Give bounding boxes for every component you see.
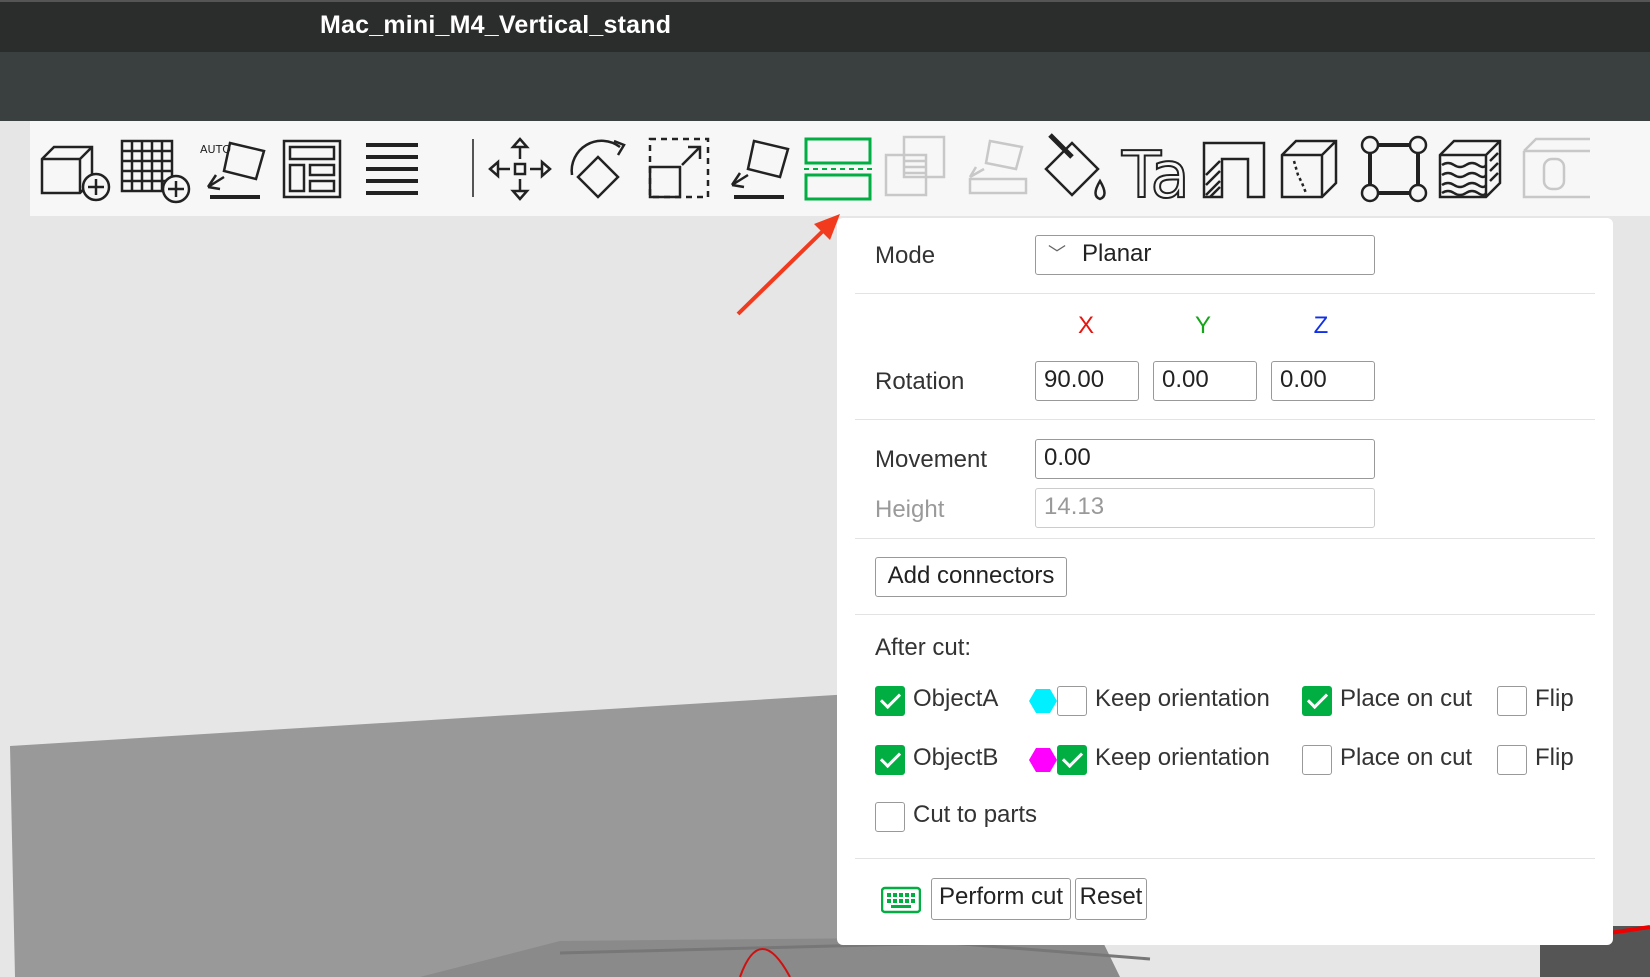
object-b-flip-label: Flip (1535, 744, 1574, 771)
svg-text:Ta: Ta (1121, 139, 1190, 207)
assembly-icon[interactable] (960, 131, 1036, 207)
scale-icon[interactable] (642, 131, 718, 207)
object-a-label: ObjectA (913, 685, 999, 712)
text-icon[interactable]: Ta (1118, 131, 1194, 207)
mode-label: Mode (875, 242, 936, 269)
title-bar: Mac_mini_M4_Vertical_stand (0, 0, 1650, 52)
boolean-icon[interactable] (880, 131, 956, 207)
movement-label: Movement (875, 446, 988, 473)
window-title: Mac_mini_M4_Vertical_stand (320, 11, 672, 39)
rotation-x-input[interactable]: 90.00 (1035, 361, 1139, 401)
toolbar-separator (472, 139, 474, 197)
rotation-label: Rotation (875, 368, 965, 395)
divider (855, 293, 1595, 294)
divider (855, 538, 1595, 539)
object-b-color-icon (1029, 748, 1057, 772)
paint-bucket-icon[interactable] (1038, 131, 1114, 207)
movement-input[interactable]: 0.00 (1035, 439, 1375, 479)
mode-select[interactable]: ﹀ Planar (1035, 235, 1375, 275)
divider (855, 419, 1595, 420)
object-a-place-on-cut-checkbox[interactable] (1302, 686, 1332, 716)
height-input: 14.13 (1035, 488, 1375, 528)
fuzzy-skin-icon[interactable] (1434, 131, 1510, 207)
height-label: Height (875, 496, 945, 523)
object-a-keep-orientation-label: Keep orientation (1095, 685, 1270, 712)
object-a-color-icon (1029, 689, 1057, 713)
cut-to-parts-label: Cut to parts (913, 801, 1038, 828)
arrange-icon[interactable] (274, 131, 350, 207)
rotation-y-input[interactable]: 0.00 (1153, 361, 1257, 401)
keyboard-icon[interactable] (881, 886, 921, 914)
object-a-keep-orientation-checkbox[interactable] (1057, 686, 1087, 716)
axis-z-label: Z (1313, 312, 1329, 339)
divider (855, 614, 1595, 615)
rotate-icon[interactable] (562, 131, 638, 207)
divider (855, 858, 1595, 859)
axis-x-label: X (1077, 312, 1094, 339)
object-b-flip-checkbox[interactable] (1497, 745, 1527, 775)
object-b-place-on-cut-label: Place on cut (1340, 744, 1473, 771)
object-a-checkbox[interactable] (875, 686, 905, 716)
object-b-keep-orientation-checkbox[interactable] (1057, 745, 1087, 775)
axis-y-label: Y (1194, 312, 1211, 339)
add-connectors-button[interactable]: Add connectors (875, 557, 1067, 597)
reset-button[interactable]: Reset (1075, 878, 1147, 920)
move-icon[interactable] (482, 131, 558, 207)
object-a-place-on-cut-label: Place on cut (1340, 685, 1473, 712)
rotation-z-input[interactable]: 0.00 (1271, 361, 1375, 401)
seam-icon[interactable] (1196, 131, 1272, 207)
main-toolbar: AUTO Ta (30, 121, 1650, 216)
lay-on-face-icon[interactable] (720, 131, 796, 207)
object-b-checkbox[interactable] (875, 745, 905, 775)
split-layers-icon[interactable] (354, 131, 430, 207)
perform-cut-button[interactable]: Perform cut (931, 878, 1071, 920)
mode-value: Planar (1082, 240, 1152, 267)
object-b-keep-orientation-label: Keep orientation (1095, 744, 1270, 771)
more-icon[interactable] (1514, 131, 1590, 207)
add-plate-icon[interactable] (116, 131, 192, 207)
support-paint-icon[interactable] (1276, 131, 1352, 207)
measure-icon[interactable] (1356, 131, 1432, 207)
cut-panel: Mode ﹀ Planar X Y Z Rotation 90.00 0.00 … (837, 218, 1613, 945)
chevron-down-icon: ﹀ (1048, 244, 1066, 264)
add-object-icon[interactable] (36, 131, 112, 207)
auto-orient-icon[interactable]: AUTO (196, 131, 272, 207)
cut-icon[interactable] (800, 131, 876, 207)
object-a-flip-label: Flip (1535, 685, 1574, 712)
object-b-place-on-cut-checkbox[interactable] (1302, 745, 1332, 775)
tab-bar (0, 52, 1650, 121)
after-cut-label: After cut: (875, 634, 972, 661)
object-b-label: ObjectB (913, 744, 999, 771)
cut-to-parts-checkbox[interactable] (875, 802, 905, 832)
object-a-flip-checkbox[interactable] (1497, 686, 1527, 716)
